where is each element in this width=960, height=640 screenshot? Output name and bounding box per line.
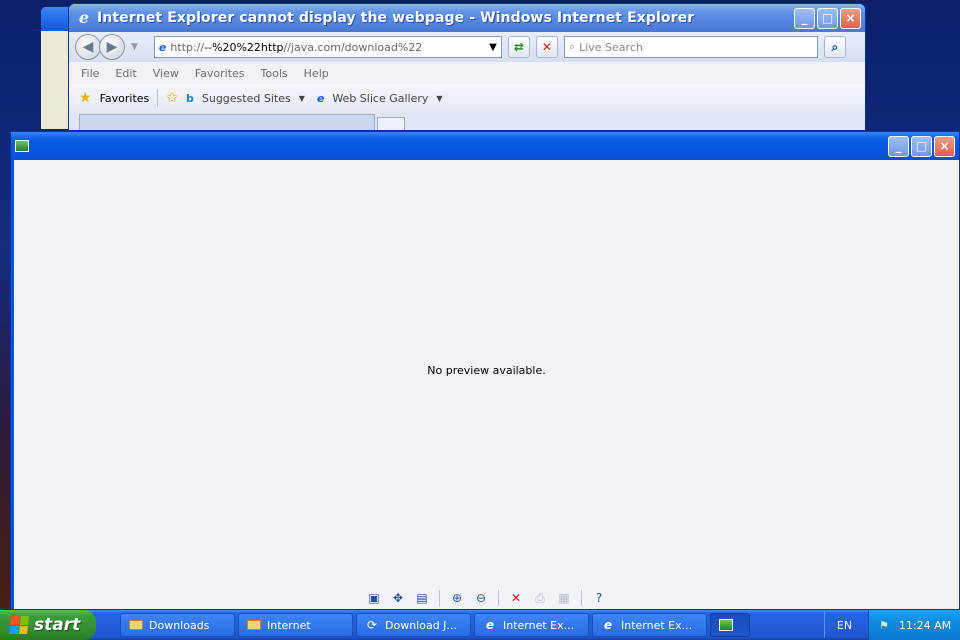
slideshow-icon[interactable]: ▤ [413,590,431,606]
web-slice-icon: e [316,91,325,105]
folder-icon [247,620,261,630]
recent-pages-dropdown[interactable]: ▼ [131,42,138,52]
stop-button[interactable]: ✕ [535,36,558,58]
zoom-in-icon[interactable]: ⊕ [448,590,466,606]
page-icon: e [158,40,167,54]
task-internet-explorer-1[interactable]: e Internet Ex... [474,613,589,637]
language-indicator[interactable]: EN [824,612,864,638]
menu-file[interactable]: File [81,67,99,80]
add-favorites-icon[interactable]: ✩ [166,90,178,106]
viewer-maximize-button[interactable]: □ [911,135,932,157]
viewer-toolbar: ▣ ✥ ▤ ⊕ ⊖ ✕ ⎙ ▦ ? [14,587,959,609]
url-suffix: //java.com/download%22 [283,40,423,54]
address-dropdown-icon[interactable]: ▼ [485,37,501,57]
ie-window-title: Internet Explorer cannot display the web… [97,10,695,26]
task-label: Internet Ex... [621,618,693,632]
clock[interactable]: 11:24 AM [899,619,951,632]
bing-icon: b [186,91,194,105]
task-internet-explorer-2[interactable]: e Internet Ex... [592,613,707,637]
task-internet-folder[interactable]: Internet [238,613,353,637]
task-buttons: Downloads Internet ⟳ Download J... e Int… [120,613,750,637]
menu-edit[interactable]: Edit [115,67,136,80]
ie-address-bar-row: ◀ ▶ ▼ e http://--%20%22http//java.com/do… [69,32,865,62]
viewer-minimize-button[interactable]: _ [888,135,909,157]
tab-current[interactable] [79,114,375,130]
preview-window[interactable]: _ □ × No preview available. ▣ ✥ ▤ ⊕ ⊖ ✕ … [10,131,960,610]
search-input[interactable]: ⌕ Live Search [563,36,818,58]
actual-size-icon[interactable]: ✥ [389,590,407,606]
picture-viewer-icon [719,619,733,631]
task-download-java[interactable]: ⟳ Download J... [356,613,471,637]
forward-button[interactable]: ▶ [99,34,125,60]
favorites-button[interactable]: Favorites [100,92,150,105]
minimize-button[interactable]: _ [794,7,815,29]
refresh-button[interactable]: ⇄ [507,36,530,58]
suggested-sites-link[interactable]: Suggested Sites [202,92,291,105]
maximize-button[interactable]: □ [817,7,838,29]
task-picture-viewer[interactable] [710,613,750,637]
task-label: Download J... [385,618,457,632]
print-icon[interactable]: ⎙ [531,590,549,606]
menu-tools[interactable]: Tools [261,67,288,80]
web-slice-gallery-link[interactable]: Web Slice Gallery [332,92,428,105]
search-placeholder: Live Search [579,40,643,54]
ie-tab-row [69,112,865,130]
system-tray: ⚑ 11:24 AM [868,610,960,640]
ie-window[interactable]: e Internet Explorer cannot display the w… [68,3,866,131]
start-label: start [34,615,81,635]
url-main: --%20%22http [204,40,284,54]
taskbar: start Downloads Internet ⟳ Download J...… [0,610,960,640]
ie-menu-bar: File Edit View Favorites Tools Help [69,62,865,84]
zoom-out-icon[interactable]: ⊖ [472,590,490,606]
picture-viewer-icon [15,140,29,152]
delete-icon[interactable]: ✕ [507,590,525,606]
ie-icon: e [485,618,495,632]
search-icon: ⌕ [568,40,576,53]
help-icon[interactable]: ? [590,590,608,606]
task-label: Internet Ex... [503,618,575,632]
menu-help[interactable]: Help [304,67,329,80]
ie-titlebar[interactable]: e Internet Explorer cannot display the w… [69,4,865,32]
edit-icon[interactable]: ▦ [555,590,573,606]
url-prefix: http:// [170,40,205,54]
best-fit-icon[interactable]: ▣ [365,590,383,606]
task-downloads[interactable]: Downloads [120,613,235,637]
preview-titlebar[interactable]: _ □ × [11,132,959,160]
close-button[interactable]: × [840,7,861,29]
task-label: Internet [267,618,311,632]
back-button[interactable]: ◀ [75,34,101,60]
windows-logo-icon [9,616,29,634]
suggested-sites-dropdown-icon[interactable]: ▼ [299,94,305,103]
ie-icon: e [603,618,613,632]
search-button[interactable]: ⌕ [823,36,846,58]
web-slice-dropdown-icon[interactable]: ▼ [436,94,442,103]
task-label: Downloads [149,618,210,632]
no-preview-message: No preview available. [427,364,546,377]
network-icon[interactable]: ⚑ [879,619,889,632]
favorites-bar: ★ Favorites ✩ b Suggested Sites ▼ e Web … [69,84,865,112]
new-tab-button[interactable] [377,117,405,130]
viewer-close-button[interactable]: × [934,135,955,157]
preview-area: No preview available. ▣ ✥ ▤ ⊕ ⊖ ✕ ⎙ ▦ ? [14,160,959,609]
menu-view[interactable]: View [153,67,179,80]
menu-favorites[interactable]: Favorites [195,67,245,80]
ie-logo-icon: e [78,8,90,27]
download-icon: ⟳ [366,618,378,632]
address-input[interactable]: e http://--%20%22http//java.com/download… [153,36,502,58]
favorites-star-icon: ★ [79,90,92,106]
folder-icon [129,620,143,630]
start-button[interactable]: start [0,610,96,640]
